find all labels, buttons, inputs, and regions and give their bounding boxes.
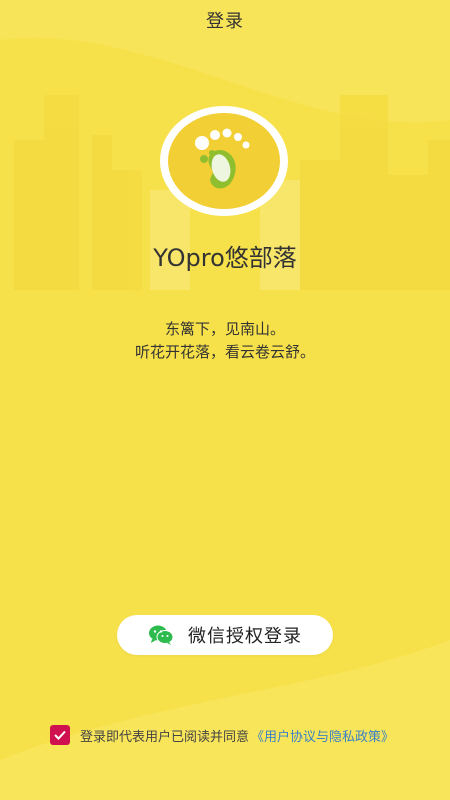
agreement-text: 登录即代表用户已阅读并同意 bbox=[80, 729, 250, 745]
page-title: 登录 bbox=[206, 11, 244, 32]
check-icon bbox=[54, 730, 66, 740]
slogan: 东篱下，见南山。 听花开花落，看云卷云舒。 bbox=[0, 318, 450, 364]
agreement-checkbox[interactable] bbox=[50, 725, 70, 745]
agreement-row: 登录即代表用户已阅读并同意 《用户协议与隐私政策》 bbox=[50, 725, 394, 745]
wechat-login-label: 微信授权登录 bbox=[188, 626, 302, 647]
slogan-line-1: 东篱下，见南山。 bbox=[164, 320, 285, 338]
app-logo bbox=[160, 106, 288, 216]
footprint-logo-icon bbox=[195, 128, 250, 189]
wechat-icon bbox=[149, 625, 174, 645]
policy-link[interactable]: 《用户协议与隐私政策》 bbox=[251, 726, 394, 745]
slogan-line-2: 听花开花落，看云卷云舒。 bbox=[134, 343, 315, 361]
top-bar: 登录 bbox=[0, 0, 450, 40]
logo-inner bbox=[168, 113, 280, 209]
wechat-login-button[interactable]: 微信授权登录 bbox=[117, 615, 333, 655]
app-name: YOpro悠部落 bbox=[153, 244, 297, 272]
